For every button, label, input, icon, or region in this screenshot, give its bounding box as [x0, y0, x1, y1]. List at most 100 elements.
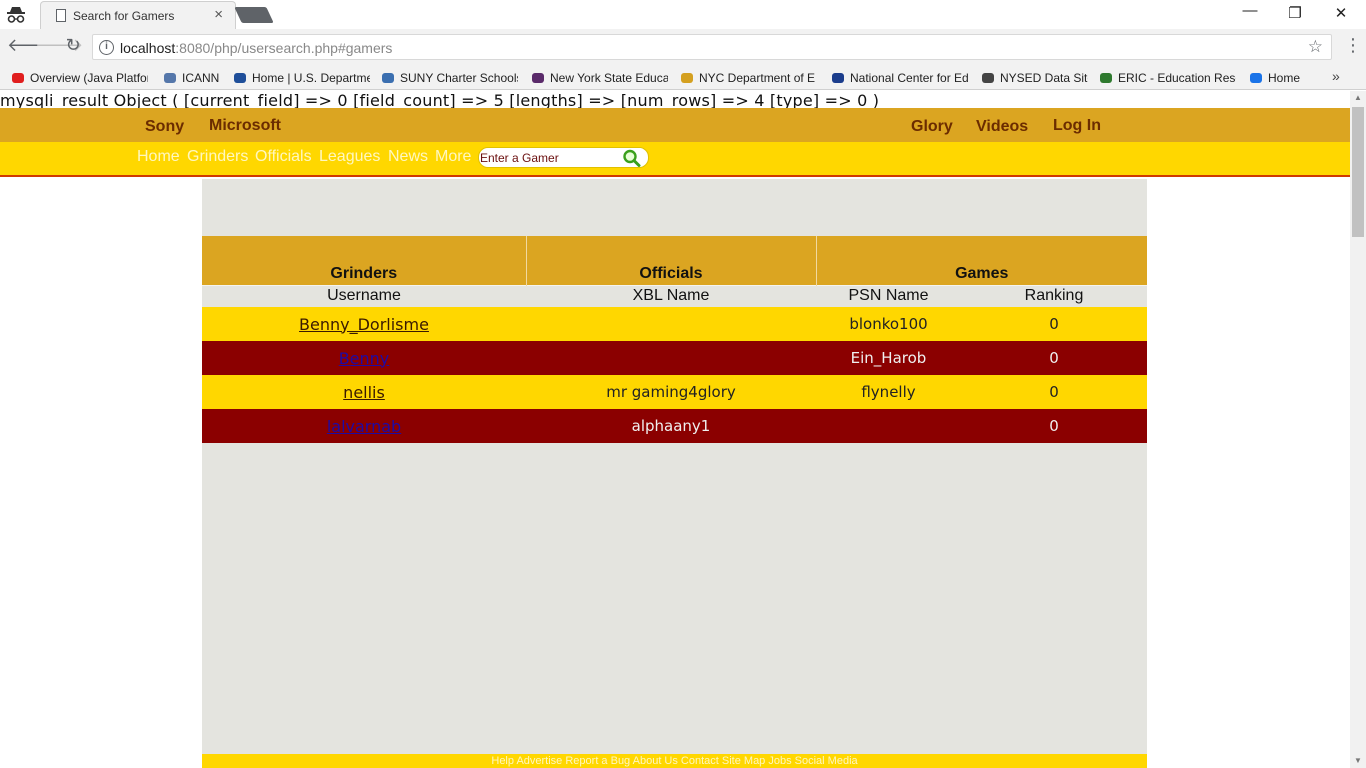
- bookmark-item[interactable]: National Center for Ed: [830, 69, 968, 87]
- cell-ranking: 0: [961, 341, 1147, 375]
- footer-links[interactable]: Help Advertise Report a Bug About Us Con…: [202, 754, 1147, 768]
- scrollbar-thumb[interactable]: [1352, 107, 1364, 237]
- browser-tab-active[interactable]: Search for Gamers ×: [40, 1, 236, 29]
- incognito-icon: [7, 7, 25, 23]
- scroll-up-arrow[interactable]: ▲: [1350, 91, 1366, 105]
- cell-ranking: 0: [961, 375, 1147, 409]
- column-header-psn: PSN Name: [816, 284, 961, 307]
- bookmark-label: Overview (Java Platfor: [30, 71, 148, 85]
- menu-item-officials[interactable]: Officials: [255, 148, 312, 166]
- gamer-results-table: Grinders Officials Games Username XBL Na…: [202, 236, 1147, 443]
- browser-toolbar: 🡐 🡒 ↻ i localhost:8080/php/usersearch.ph…: [0, 29, 1366, 65]
- gamer-search-box: [478, 147, 649, 168]
- doe-seal-icon: [232, 71, 248, 85]
- oracle-icon: [10, 71, 26, 85]
- bookmark-item[interactable]: Overview (Java Platfor: [10, 69, 148, 87]
- cell-ranking: 0: [961, 409, 1147, 443]
- info-icon[interactable]: i: [99, 40, 114, 55]
- page-scrollbar[interactable]: ▲ ▼: [1350, 91, 1366, 768]
- scroll-down-arrow[interactable]: ▼: [1350, 754, 1366, 768]
- nycdoe-icon: [679, 71, 695, 85]
- new-tab-button[interactable]: [234, 7, 274, 23]
- cell-psn-name: [816, 409, 961, 443]
- menu-item-news[interactable]: News: [388, 148, 428, 166]
- page-icon: [56, 9, 66, 22]
- reload-button[interactable]: ↻: [62, 35, 84, 56]
- menu-item-grinders[interactable]: Grinders: [187, 148, 248, 166]
- table-row: Benny Ein_Harob 0: [202, 341, 1147, 375]
- search-icon: [623, 149, 641, 167]
- nav-link-microsoft[interactable]: Microsoft: [209, 117, 281, 135]
- bookmark-label: NYC Department of E: [699, 71, 816, 85]
- bookmark-label: SUNY Charter Schools: [400, 71, 518, 85]
- browser-menu-icon[interactable]: ⋮: [1344, 35, 1362, 56]
- group-header-grinders: Grinders: [202, 236, 527, 285]
- browser-tabstrip: Search for Gamers × — ❐ ✕: [0, 0, 1366, 29]
- main-menu-bar: Home Grinders Officials Leagues News Mor…: [0, 142, 1350, 177]
- chart-icon: [980, 71, 996, 85]
- bookmark-item[interactable]: NYSED Data Site: [980, 69, 1088, 87]
- table-group-header-row: Grinders Officials Games: [202, 236, 1147, 285]
- bookmark-item[interactable]: ERIC - Education Reso: [1098, 69, 1236, 87]
- column-header-xbl: XBL Name: [526, 284, 816, 307]
- url-text: localhost:8080/php/usersearch.php#gamers: [120, 40, 393, 56]
- suny-icon: [380, 71, 396, 85]
- username-link[interactable]: nellis: [343, 383, 385, 402]
- bookmarks-bar: Overview (Java Platfor ICANN Home | U.S. D…: [0, 65, 1366, 90]
- nav-link-sony[interactable]: Sony: [145, 118, 184, 136]
- bookmark-label: New York State Educa: [550, 71, 668, 85]
- bookmark-item[interactable]: NYC Department of E: [679, 69, 817, 87]
- nav-link-glory[interactable]: Glory: [911, 118, 953, 136]
- table-row: lalvarnab alphaany1 0: [202, 409, 1147, 443]
- nav-link-login[interactable]: Log In: [1053, 117, 1101, 135]
- table-body: Benny_Dorlisme blonko100 0 Benny Ein_Harob 0 n…: [202, 307, 1147, 443]
- eric-icon: [1098, 71, 1114, 85]
- bookmark-item[interactable]: Home | U.S. Departme: [232, 69, 370, 87]
- username-link[interactable]: Benny: [339, 349, 390, 368]
- group-header-officials: Officials: [526, 236, 817, 285]
- bookmark-label: Home | U.S. Departme: [252, 71, 370, 85]
- back-button[interactable]: 🡐: [7, 35, 55, 56]
- nav-link-videos[interactable]: Videos: [976, 118, 1028, 136]
- bookmark-label: ICANN: [182, 71, 220, 85]
- cell-xbl-name: [526, 341, 816, 375]
- cell-psn-name: Ein_Harob: [816, 341, 961, 375]
- forward-button[interactable]: 🡒: [35, 35, 83, 56]
- cell-ranking: 0: [961, 307, 1147, 341]
- bookmark-item[interactable]: SUNY Charter Schools: [380, 69, 518, 87]
- bookmark-star-icon[interactable]: ☆: [1308, 37, 1323, 57]
- cell-psn-name: blonko100: [816, 307, 961, 341]
- gamer-search-input[interactable]: [480, 150, 620, 166]
- bookmark-label: ERIC - Education Reso: [1118, 71, 1236, 85]
- bookmark-item[interactable]: New York State Educa: [530, 69, 668, 87]
- chevrons-icon: [1248, 71, 1264, 85]
- table-column-header-row: Username XBL Name PSN Name Ranking: [202, 284, 1147, 307]
- search-button[interactable]: [621, 148, 643, 167]
- close-window-button[interactable]: ✕: [1329, 4, 1353, 22]
- restore-button[interactable]: ❐: [1283, 4, 1307, 22]
- tab-title: Search for Gamers: [73, 9, 175, 23]
- bookmark-label: National Center for Ed: [850, 71, 968, 85]
- username-link[interactable]: Benny_Dorlisme: [299, 315, 429, 334]
- bookmark-item[interactable]: ICANN: [162, 69, 222, 87]
- menu-item-more[interactable]: More: [435, 148, 471, 166]
- menu-item-leagues[interactable]: Leagues: [319, 148, 380, 166]
- group-header-games: Games: [816, 236, 1147, 285]
- nysed-icon: [530, 71, 546, 85]
- bookmark-item[interactable]: Home: [1248, 69, 1308, 87]
- more-bookmarks-icon[interactable]: »: [1332, 68, 1340, 84]
- minimize-button[interactable]: —: [1238, 2, 1262, 19]
- cell-xbl-name: [526, 307, 816, 341]
- bookmark-label: Home: [1268, 71, 1301, 85]
- menu-item-home[interactable]: Home: [137, 148, 180, 166]
- cell-username: Benny: [202, 341, 526, 375]
- table-row: nellis mr gaming4glory flynelly 0: [202, 375, 1147, 409]
- cell-username: Benny_Dorlisme: [202, 307, 526, 341]
- username-link[interactable]: lalvarnab: [327, 417, 401, 436]
- table-row: Benny_Dorlisme blonko100 0: [202, 307, 1147, 341]
- cell-username: lalvarnab: [202, 409, 526, 443]
- icann-icon: [162, 71, 178, 85]
- cell-xbl-name: alphaany1: [526, 409, 816, 443]
- address-bar[interactable]: i localhost:8080/php/usersearch.php#game…: [92, 34, 1332, 60]
- close-tab-icon[interactable]: ×: [214, 6, 223, 23]
